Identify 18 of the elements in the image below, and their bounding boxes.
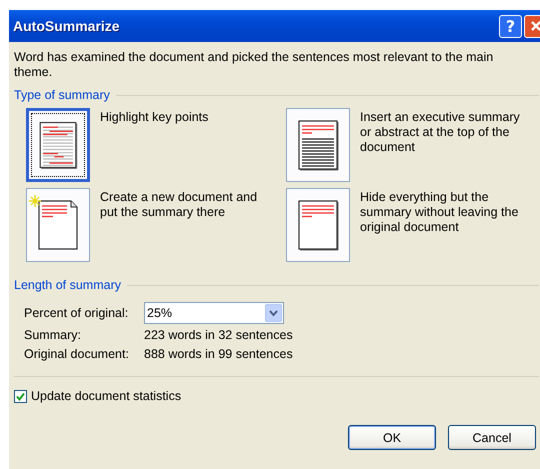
field-label: Percent of original: (24, 306, 130, 320)
option-label: Insert an executive summary or abstract at the top of the document (360, 110, 521, 155)
section-label: Type of summary (14, 88, 110, 102)
stat-value: 223 words in 32 sentences (144, 328, 293, 343)
section-label: Length of summary (14, 278, 121, 292)
stat-label: Summary: (24, 328, 82, 343)
cancel-button[interactable]: Cancel (448, 425, 536, 450)
intro-text: Word has examined the document and picked the sentences most relevant to the main theme. (14, 50, 494, 80)
stat-value: 888 words in 99 sentences (144, 347, 293, 362)
stat-label: Original document: (24, 347, 130, 362)
window-title: AutoSummarize (13, 18, 121, 34)
option-label: Create a new document and put the summary there (100, 190, 258, 220)
help-button[interactable]: ? (499, 14, 522, 38)
ok-button[interactable]: OK (348, 425, 436, 450)
option-label: Hide everything but the summary without leaving the original document (360, 190, 520, 235)
option-label: Highlight key points (100, 110, 210, 125)
percent-dropdown[interactable]: 25% (144, 302, 284, 324)
checkbox-label: Update document statistics (31, 389, 182, 403)
